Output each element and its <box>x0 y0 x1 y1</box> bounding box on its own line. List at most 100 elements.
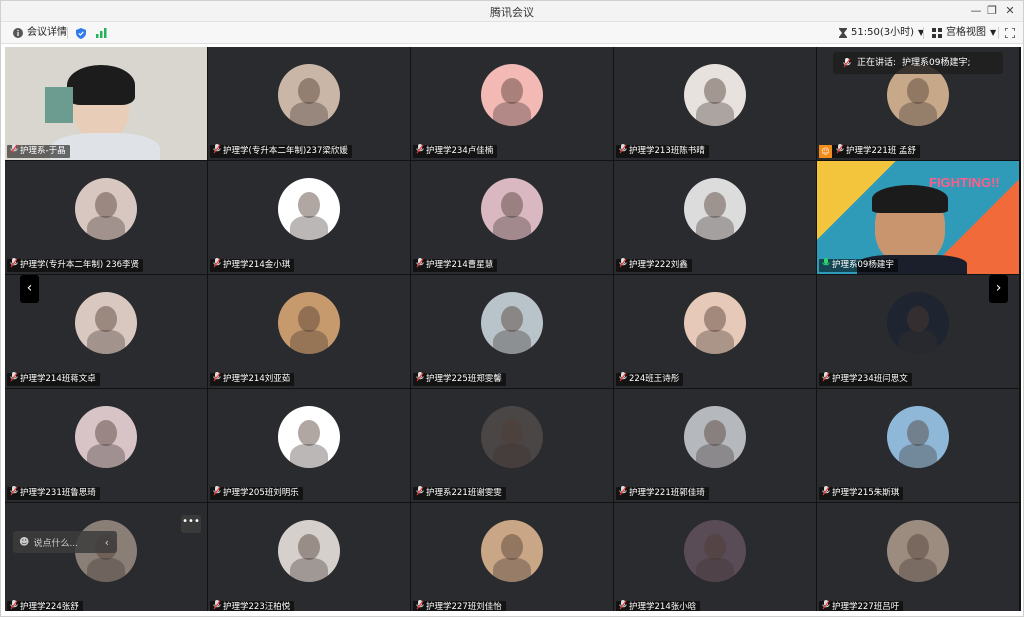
participant-name: 护理学214张小晗 <box>629 602 697 611</box>
mic-muted-icon <box>416 486 424 501</box>
timer-text: 51:50(3小时) <box>851 27 914 38</box>
participant-name: 护理学215朱斯琪 <box>832 488 900 498</box>
participant-name: 护理学(专升本二年制) 236李贤 <box>20 260 140 270</box>
mic-muted-icon <box>10 372 18 387</box>
meeting-details-button[interactable]: 会议详情 <box>13 26 67 40</box>
participant-name: 护理学225班郑雯馨 <box>426 374 502 384</box>
title-bar: 腾讯会议 — ❐ ✕ <box>1 1 1023 22</box>
grid-view-icon <box>932 28 942 38</box>
participant-name: 护理学213班陈书晴 <box>629 146 705 156</box>
collapse-chat-icon[interactable]: ‹ <box>105 536 117 549</box>
participant-avatar <box>278 64 340 126</box>
participant-tile[interactable]: 护理学214曹星慧 <box>411 161 613 274</box>
participant-label: 护理学214金小琪 <box>210 258 295 272</box>
participant-tile[interactable]: 护理学214张小晗 <box>614 503 816 611</box>
more-options-button[interactable]: ••• <box>181 515 201 533</box>
participant-tile[interactable]: 护理学213班陈书晴 <box>614 47 816 160</box>
participant-tile[interactable]: 护理学227班吕吁 <box>817 503 1019 611</box>
ellipsis-icon: ••• <box>182 516 200 527</box>
participant-tile[interactable]: 护理学(专升本二年制)237梁欣媛 <box>208 47 410 160</box>
participant-avatar <box>75 178 137 240</box>
emoji-icon[interactable]: ☻ <box>19 537 29 548</box>
participant-avatar <box>481 292 543 354</box>
chevron-left-icon: ‹ <box>26 280 33 296</box>
chat-input[interactable]: ☻ 说点什么... ‹ <box>13 531 117 553</box>
security-shield-icon[interactable] <box>76 26 86 40</box>
mic-muted-icon <box>822 600 830 611</box>
participant-avatar <box>278 178 340 240</box>
participant-label: 护理学214张小晗 <box>616 600 701 611</box>
restore-button[interactable]: ❐ <box>984 3 1000 19</box>
participant-tile[interactable]: 护理学225班郑雯馨 <box>411 275 613 388</box>
mic-muted-icon <box>10 144 18 159</box>
participant-name: 护理学234卢佳楠 <box>426 146 494 156</box>
participant-name: 护理学214刘亚茹 <box>223 374 291 384</box>
previous-page-button[interactable]: ‹ <box>20 275 39 303</box>
participant-label: 224班王诗彤 <box>616 372 684 387</box>
participant-tile[interactable]: 护理学222刘鑫 <box>614 161 816 274</box>
participant-label: 护理学214刘亚茹 <box>210 372 295 387</box>
participant-name: 护理学227班吕吁 <box>832 602 900 611</box>
speaking-indicator: 正在讲话: 护理系09杨建宇; <box>833 52 1003 74</box>
participant-name: 护理学224张舒 <box>20 602 79 611</box>
participant-tile[interactable]: 护理学223汪柏悦 <box>208 503 410 611</box>
participant-avatar <box>481 520 543 582</box>
participant-tile[interactable]: 护理学221班郭佳琦 <box>614 389 816 502</box>
minimize-button[interactable]: — <box>968 3 984 19</box>
participant-label: 护理学234卢佳楠 <box>413 144 498 158</box>
chat-placeholder: 说点什么... <box>33 538 79 549</box>
participant-tile[interactable]: 护理学205班刘明乐 <box>208 389 410 502</box>
participant-tile[interactable]: 护理系221班谢雯雯 <box>411 389 613 502</box>
view-mode-label: 宫格视图 <box>946 27 986 38</box>
participant-label: 护理学227班吕吁 <box>819 600 904 611</box>
chevron-down-icon: ▼ <box>990 28 997 37</box>
participant-label: 护理学214曹星慧 <box>413 258 498 273</box>
participant-label: 护理学(专升本二年制)237梁欣媛 <box>210 144 352 159</box>
participant-name: 护理学221班郭佳琦 <box>629 488 705 498</box>
mic-muted-icon <box>416 258 424 273</box>
participant-label: 护理学231班鲁思琦 <box>7 486 100 501</box>
info-icon <box>13 28 23 38</box>
mic-muted-icon <box>619 486 627 501</box>
signal-strength-icon[interactable] <box>96 26 107 40</box>
mic-muted-icon <box>10 600 18 611</box>
participant-name: 护理学221班 孟舒 <box>846 146 916 156</box>
mic-muted-icon <box>619 372 627 387</box>
participant-tile[interactable]: FIGHTING!! 护理系09杨建宇 <box>817 161 1019 274</box>
participant-tile[interactable]: 护理学234卢佳楠 <box>411 47 613 160</box>
mic-muted-icon <box>213 144 221 159</box>
participant-label: 护理学224张舒 <box>7 600 83 611</box>
meeting-timer[interactable]: 51:50(3小时) ▼ <box>839 26 924 40</box>
participant-name: 224班王诗彤 <box>629 374 680 384</box>
meeting-toolbar: 会议详情 51:50(3小时) ▼ 宫格视图 ▼ <box>1 22 1023 44</box>
participant-avatar <box>684 292 746 354</box>
mic-muted-icon <box>619 144 627 159</box>
participant-label: 护理学222刘鑫 <box>616 258 692 273</box>
fullscreen-button[interactable] <box>1005 26 1015 40</box>
view-mode-button[interactable]: 宫格视图 ▼ <box>932 26 996 40</box>
participant-tile[interactable]: 护理学227班刘佳怡 <box>411 503 613 611</box>
participant-label: 护理学215朱斯琪 <box>819 486 904 500</box>
participant-name: 护理学231班鲁思琦 <box>20 488 96 498</box>
mic-muted-icon <box>213 600 221 611</box>
participant-tile[interactable]: 224班王诗彤 <box>614 275 816 388</box>
participant-tile[interactable]: 护理学231班鲁思琦 <box>5 389 207 502</box>
host-user-icon: ☺ <box>819 145 832 158</box>
participant-tile[interactable]: 护理系-于晶 <box>5 47 207 160</box>
chevron-right-icon: › <box>995 280 1002 296</box>
next-page-button[interactable]: › <box>989 275 1008 303</box>
mic-muted-icon <box>10 486 18 501</box>
mic-muted-icon <box>213 372 221 387</box>
participant-tile[interactable]: 护理学224张舒 <box>5 503 207 611</box>
participant-avatar <box>684 520 746 582</box>
participant-avatar <box>278 292 340 354</box>
participant-tile[interactable]: 护理学215朱斯琪 <box>817 389 1019 502</box>
participant-video: FIGHTING!! <box>817 161 1019 274</box>
participant-tile[interactable]: 护理学214刘亚茹 <box>208 275 410 388</box>
participant-avatar <box>684 178 746 240</box>
mic-muted-icon <box>619 258 627 273</box>
participant-label: 护理学221班郭佳琦 <box>616 486 709 501</box>
participant-tile[interactable]: 护理学(专升本二年制) 236李贤 <box>5 161 207 274</box>
participant-tile[interactable]: 护理学214金小琪 <box>208 161 410 274</box>
close-button[interactable]: ✕ <box>1002 3 1018 19</box>
